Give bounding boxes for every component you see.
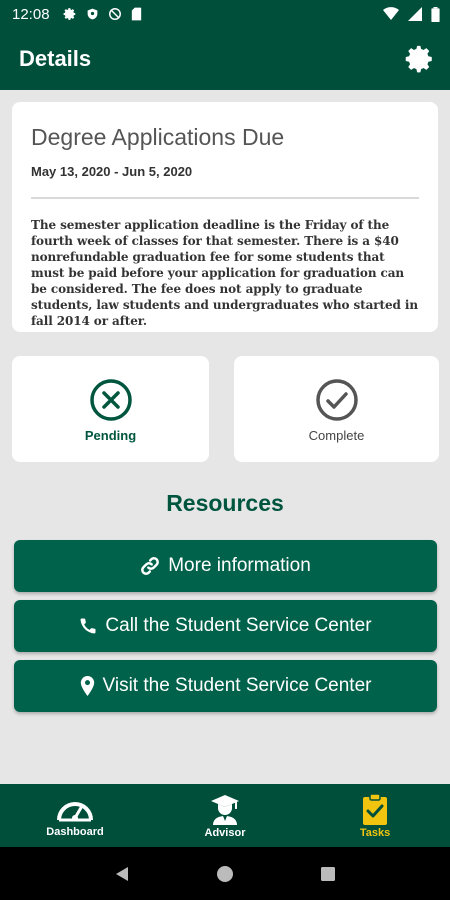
battery-icon bbox=[431, 6, 440, 22]
clipboard-check-icon bbox=[363, 792, 387, 825]
nav-label-tasks: Tasks bbox=[359, 826, 391, 839]
nav-label-dashboard: Dashboard bbox=[46, 825, 104, 838]
sd-card-icon bbox=[131, 7, 141, 21]
call-service-center-button[interactable]: Call the Student Service Center bbox=[14, 600, 437, 652]
gear-icon bbox=[63, 8, 75, 20]
phone-icon bbox=[80, 618, 96, 634]
status-time: 12:08 bbox=[12, 5, 50, 23]
task-detail-card: Degree Applications Due May 13, 2020 - J… bbox=[12, 102, 438, 332]
nav-label-advisor: Advisor bbox=[204, 826, 246, 839]
wifi-icon bbox=[383, 7, 399, 21]
pending-label: Pending bbox=[84, 428, 137, 443]
back-triangle-icon bbox=[115, 866, 128, 881]
visit-service-center-label: Visit the Student Service Center bbox=[102, 675, 372, 696]
task-dates: May 13, 2020 - Jun 5, 2020 bbox=[31, 164, 193, 179]
task-description: The semester application deadline is the… bbox=[31, 218, 418, 328]
nav-item-advisor[interactable]: Advisor bbox=[150, 784, 300, 847]
complete-status-button[interactable]: Complete bbox=[234, 356, 439, 462]
visit-service-center-button[interactable]: Visit the Student Service Center bbox=[14, 660, 437, 712]
circle-check-icon bbox=[315, 379, 358, 421]
divider bbox=[31, 197, 419, 199]
more-information-label: More information bbox=[168, 555, 311, 576]
nav-item-dashboard[interactable]: Dashboard bbox=[0, 784, 150, 847]
resources-heading: Resources bbox=[166, 490, 284, 516]
home-button[interactable] bbox=[205, 854, 245, 894]
app-bar: Details bbox=[0, 28, 450, 90]
graduate-icon bbox=[211, 794, 239, 825]
shield-icon bbox=[87, 8, 97, 20]
pending-status-button[interactable]: Pending bbox=[12, 356, 209, 462]
circle-x-icon bbox=[89, 379, 132, 421]
link-icon bbox=[141, 557, 160, 575]
call-service-center-label: Call the Student Service Center bbox=[105, 615, 372, 636]
bottom-navigation: Dashboard Advisor Tasks bbox=[0, 784, 450, 847]
map-marker-icon bbox=[80, 676, 94, 696]
task-title: Degree Applications Due bbox=[31, 124, 285, 150]
page-title: Details bbox=[19, 46, 92, 71]
back-button[interactable] bbox=[102, 854, 142, 894]
nav-item-tasks[interactable]: Tasks bbox=[300, 784, 450, 847]
status-bar-right bbox=[383, 6, 440, 22]
content-area[interactable]: Degree Applications Due May 13, 2020 - J… bbox=[0, 90, 450, 784]
no-sync-icon bbox=[108, 8, 121, 20]
complete-label: Complete bbox=[308, 428, 365, 443]
system-navigation-bar bbox=[0, 847, 450, 900]
recents-button[interactable] bbox=[308, 854, 348, 894]
gear-icon bbox=[405, 45, 432, 73]
recents-square-icon bbox=[321, 866, 336, 881]
status-bar-left: 12:08 bbox=[12, 6, 142, 23]
status-bar: 12:08 bbox=[0, 0, 450, 28]
more-information-button[interactable]: More information bbox=[14, 540, 437, 592]
signal-icon bbox=[408, 7, 422, 21]
settings-button[interactable] bbox=[402, 41, 438, 77]
gauge-icon bbox=[57, 801, 93, 821]
home-circle-icon bbox=[216, 865, 233, 882]
